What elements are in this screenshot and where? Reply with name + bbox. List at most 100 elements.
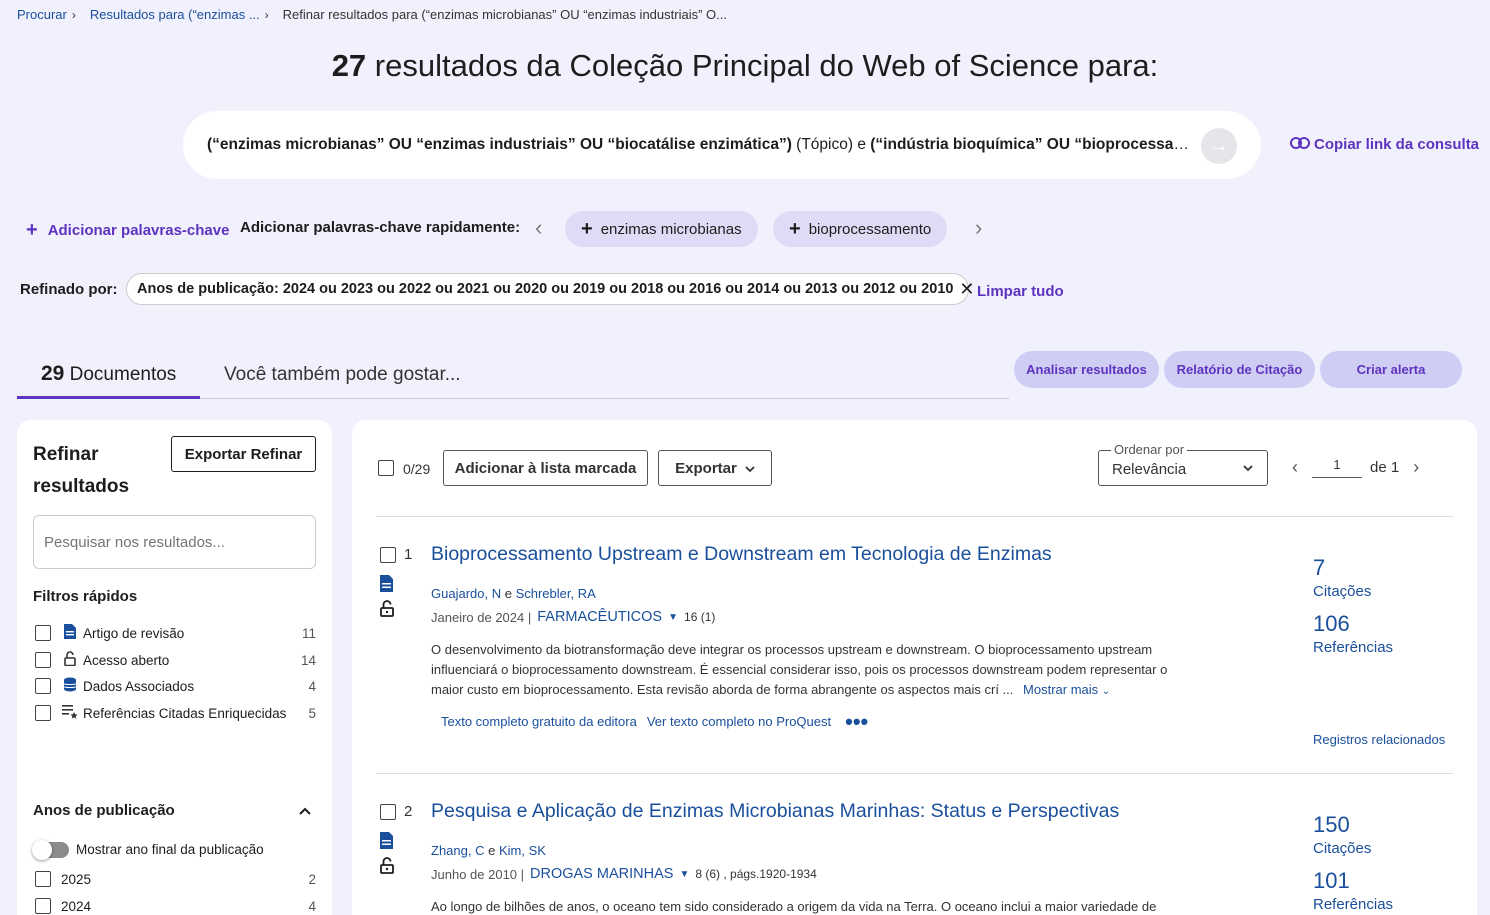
analyze-results-button[interactable]: Analisar resultados: [1014, 351, 1159, 388]
caret-down-icon[interactable]: ▼: [679, 869, 689, 880]
close-icon[interactable]: ✕: [959, 279, 974, 300]
author-link[interactable]: Zhang, C: [431, 843, 484, 858]
create-alert-button[interactable]: Criar alerta: [1320, 351, 1462, 388]
page-input[interactable]: 1: [1312, 457, 1362, 478]
record-abstract: O desenvolvimento da biotransformação de…: [431, 640, 1191, 702]
chevron-right-icon[interactable]: ›: [1413, 457, 1419, 478]
select-all-checkbox[interactable]: [378, 460, 394, 476]
year-filter-2024[interactable]: 2024 4: [33, 898, 316, 914]
quick-filter-enriched-refs[interactable]: Referências Citadas Enriquecidas 5: [33, 704, 316, 722]
record-date: Janeiro de 2024 |: [431, 609, 532, 625]
copy-link-label: Copiar link da consulta: [1314, 136, 1480, 153]
record-checkbox[interactable]: [380, 547, 396, 563]
quick-filter-review[interactable]: Artigo de revisão 11: [33, 624, 316, 642]
quick-filter-count: 5: [308, 705, 316, 721]
document-icon: [380, 575, 393, 597]
chevron-right-icon[interactable]: ›: [975, 215, 982, 241]
export-button[interactable]: Exportar: [658, 450, 772, 486]
search-results-input[interactable]: [33, 515, 316, 569]
year-label: 2025: [61, 871, 92, 887]
more-options-icon[interactable]: •••: [845, 710, 868, 732]
references-count[interactable]: 101: [1313, 868, 1350, 894]
record-title[interactable]: Pesquisa e Aplicação de Enzimas Microbia…: [431, 800, 1119, 823]
page-title: 27 resultados da Coleção Principal do We…: [0, 48, 1490, 84]
open-lock-icon: [61, 651, 79, 669]
final-year-toggle[interactable]: [32, 840, 69, 860]
breadcrumb-results-link[interactable]: Resultados para (“enzimas ...: [90, 7, 260, 22]
citations-count[interactable]: 150: [1313, 812, 1350, 838]
proquest-link[interactable]: Ver texto completo no ProQuest: [647, 714, 831, 729]
add-keywords-button[interactable]: + Adicionar palavras-chave: [26, 219, 229, 242]
query-text[interactable]: (“enzimas microbianas” OU “enzimas indus…: [207, 136, 1192, 154]
caret-down-icon[interactable]: ▼: [668, 612, 678, 623]
enriched-list-icon: [61, 704, 79, 722]
chevron-up-icon[interactable]: [299, 802, 311, 819]
final-year-toggle-label: Mostrar ano final da publicação: [76, 842, 264, 857]
sort-label: Ordenar por: [1111, 442, 1188, 457]
divider: [376, 516, 1453, 517]
abstract-text: Ao longo de bilhões de anos, o oceano te…: [431, 899, 1157, 914]
checkbox[interactable]: [35, 898, 51, 914]
export-refine-button[interactable]: Exportar Refinar: [171, 436, 316, 472]
record-date: Junho de 2010 |: [431, 866, 525, 882]
record-volume: 8 (6) , págs.1920-1934: [695, 867, 817, 881]
show-more-link[interactable]: Mostrar mais ⌄: [1023, 682, 1110, 697]
query-part-2: (“indústria bioquímica” OU “bioprocessam…: [870, 136, 1192, 153]
citations-count[interactable]: 7: [1313, 555, 1325, 581]
publication-years-header[interactable]: Anos de publicação: [33, 802, 316, 819]
record-title[interactable]: Bioprocessamento Upstream e Downstream e…: [431, 543, 1052, 566]
chevron-left-icon[interactable]: ‹: [535, 215, 542, 241]
chevron-right-icon: ›: [264, 7, 269, 22]
tab-you-may-like[interactable]: Você também pode gostar...: [224, 364, 461, 386]
breadcrumb-current: Refinar resultados para (“enzimas microb…: [282, 7, 727, 22]
author-link[interactable]: Kim, SK: [499, 843, 546, 858]
copy-query-link[interactable]: Copiar link da consulta: [1290, 136, 1479, 153]
checkbox[interactable]: [35, 705, 51, 721]
author-link[interactable]: Guajardo, N: [431, 586, 501, 601]
refine-filter-chip: Anos de publicação: 2024 ou 2023 ou 2022…: [126, 273, 975, 305]
quick-filters-title: Filtros rápidos: [33, 588, 138, 605]
pagination: ‹ 1 de 1 ›: [1292, 457, 1419, 478]
year-count: 4: [308, 898, 316, 914]
record-checkbox[interactable]: [380, 804, 396, 820]
quick-filter-count: 11: [301, 625, 316, 641]
selected-count: 0/29: [403, 461, 431, 477]
arrow-right-icon[interactable]: →: [1201, 128, 1237, 164]
record-authors: Guajardo, N e Schrebler, RA: [431, 586, 596, 601]
chevron-left-icon[interactable]: ‹: [1292, 457, 1298, 478]
sort-select[interactable]: Ordenar por Relevância: [1098, 442, 1268, 486]
quick-filter-label: Referências Citadas Enriquecidas: [83, 705, 287, 721]
journal-link[interactable]: FARMACÊUTICOS: [537, 609, 662, 625]
keyword-chip-label: enzimas microbianas: [600, 220, 742, 238]
clear-all-link[interactable]: Limpar tudo: [977, 283, 1064, 300]
related-records-link[interactable]: Registros relacionados: [1313, 732, 1445, 747]
open-lock-icon: [380, 600, 394, 622]
checkbox[interactable]: [35, 871, 51, 887]
checkbox[interactable]: [35, 625, 51, 641]
quick-filter-open-access[interactable]: Acesso aberto 14: [33, 651, 316, 669]
tab-documents[interactable]: 29 Documentos: [41, 362, 176, 386]
query-part-1: (“enzimas microbianas” OU “enzimas indus…: [207, 136, 792, 153]
record-number: 1: [404, 546, 413, 563]
keyword-chip[interactable]: + bioprocessamento: [773, 211, 948, 247]
record-source: Junho de 2010 | DROGAS MARINHAS ▼ 8 (6) …: [431, 866, 817, 882]
record-source: Janeiro de 2024 | FARMACÊUTICOS ▼ 16 (1): [431, 609, 715, 625]
author-conjunction: e: [504, 586, 512, 601]
references-count[interactable]: 106: [1313, 611, 1350, 637]
citations-label: Citações: [1313, 840, 1372, 857]
year-filter-2025[interactable]: 2025 2: [33, 871, 316, 887]
quick-filter-associated-data[interactable]: Dados Associados 4: [33, 677, 316, 695]
citation-report-button[interactable]: Relatório de Citação: [1164, 351, 1315, 388]
free-full-text-link[interactable]: Texto completo gratuito da editora: [441, 714, 637, 729]
toggle-knob: [32, 840, 52, 860]
document-icon: [380, 832, 393, 854]
journal-link[interactable]: DROGAS MARINHAS: [530, 866, 673, 882]
author-link[interactable]: Schrebler, RA: [516, 586, 596, 601]
link-icon: [1290, 136, 1310, 153]
database-icon: [61, 677, 79, 695]
checkbox[interactable]: [35, 652, 51, 668]
add-to-marked-list-button[interactable]: Adicionar à lista marcada: [443, 450, 648, 486]
keyword-chip[interactable]: + enzimas microbianas: [565, 211, 758, 247]
breadcrumb-search-link[interactable]: Procurar: [17, 7, 67, 22]
checkbox[interactable]: [35, 678, 51, 694]
